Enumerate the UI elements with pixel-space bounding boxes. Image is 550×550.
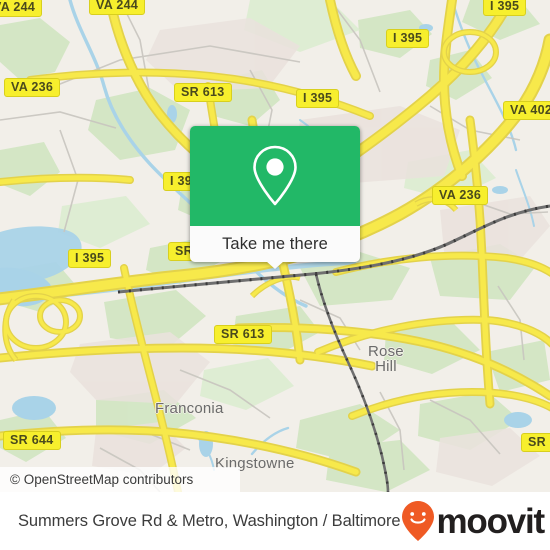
map-canvas[interactable]: Rose Hill Franconia Kingstowne VA 244 VA… — [0, 0, 550, 492]
road-shield-i395-left: I 395 — [68, 249, 112, 268]
map-attribution[interactable]: © OpenStreetMap contributors — [0, 467, 240, 492]
road-shield-i395-upper-right: I 395 — [386, 29, 430, 48]
take-me-there-callout[interactable]: Take me there — [190, 126, 360, 269]
station-title: Summers Grove Rd & Metro, Washington / B… — [18, 511, 401, 530]
road-shield-sr613-top: SR 613 — [174, 83, 232, 102]
location-pin-icon — [253, 145, 297, 206]
road-shield-va244: VA 244 — [89, 0, 146, 15]
take-me-there-label: Take me there — [222, 234, 328, 253]
callout-cta-area[interactable]: Take me there — [190, 226, 360, 269]
moovit-station-map-screen: Rose Hill Franconia Kingstowne VA 244 VA… — [0, 0, 550, 550]
place-label-rose-hill: Rose Hill — [368, 344, 404, 374]
place-label-franconia: Franconia — [155, 400, 224, 417]
road-shield-sr613-center: SR 613 — [214, 325, 272, 344]
place-label-line: Hill — [375, 358, 397, 375]
moovit-smiley-pin-icon — [402, 501, 435, 541]
moovit-wordmark: moovit — [436, 501, 545, 541]
road-shield-i395-top-right: I 395 — [483, 0, 527, 16]
road-shield-i395-center: I 395 — [296, 89, 340, 108]
road-shield-va236-left: VA 236 — [4, 78, 61, 97]
road-shield-sr644: SR 644 — [3, 431, 61, 450]
road-shield-va402: VA 402 — [503, 101, 550, 120]
road-shield-va236-right: VA 236 — [432, 186, 489, 205]
attribution-text: © OpenStreetMap contributors — [10, 472, 194, 487]
place-label-line: Rose — [368, 343, 404, 360]
road-shield-sr6-clipped: SR 6 — [521, 433, 550, 452]
road-shield-va244-clipped: VA 244 — [0, 0, 43, 17]
callout-icon-area — [190, 126, 360, 226]
moovit-brand[interactable]: moovit — [400, 499, 545, 543]
callout-tail — [266, 261, 284, 269]
footer-bar: Summers Grove Rd & Metro, Washington / B… — [0, 492, 550, 550]
